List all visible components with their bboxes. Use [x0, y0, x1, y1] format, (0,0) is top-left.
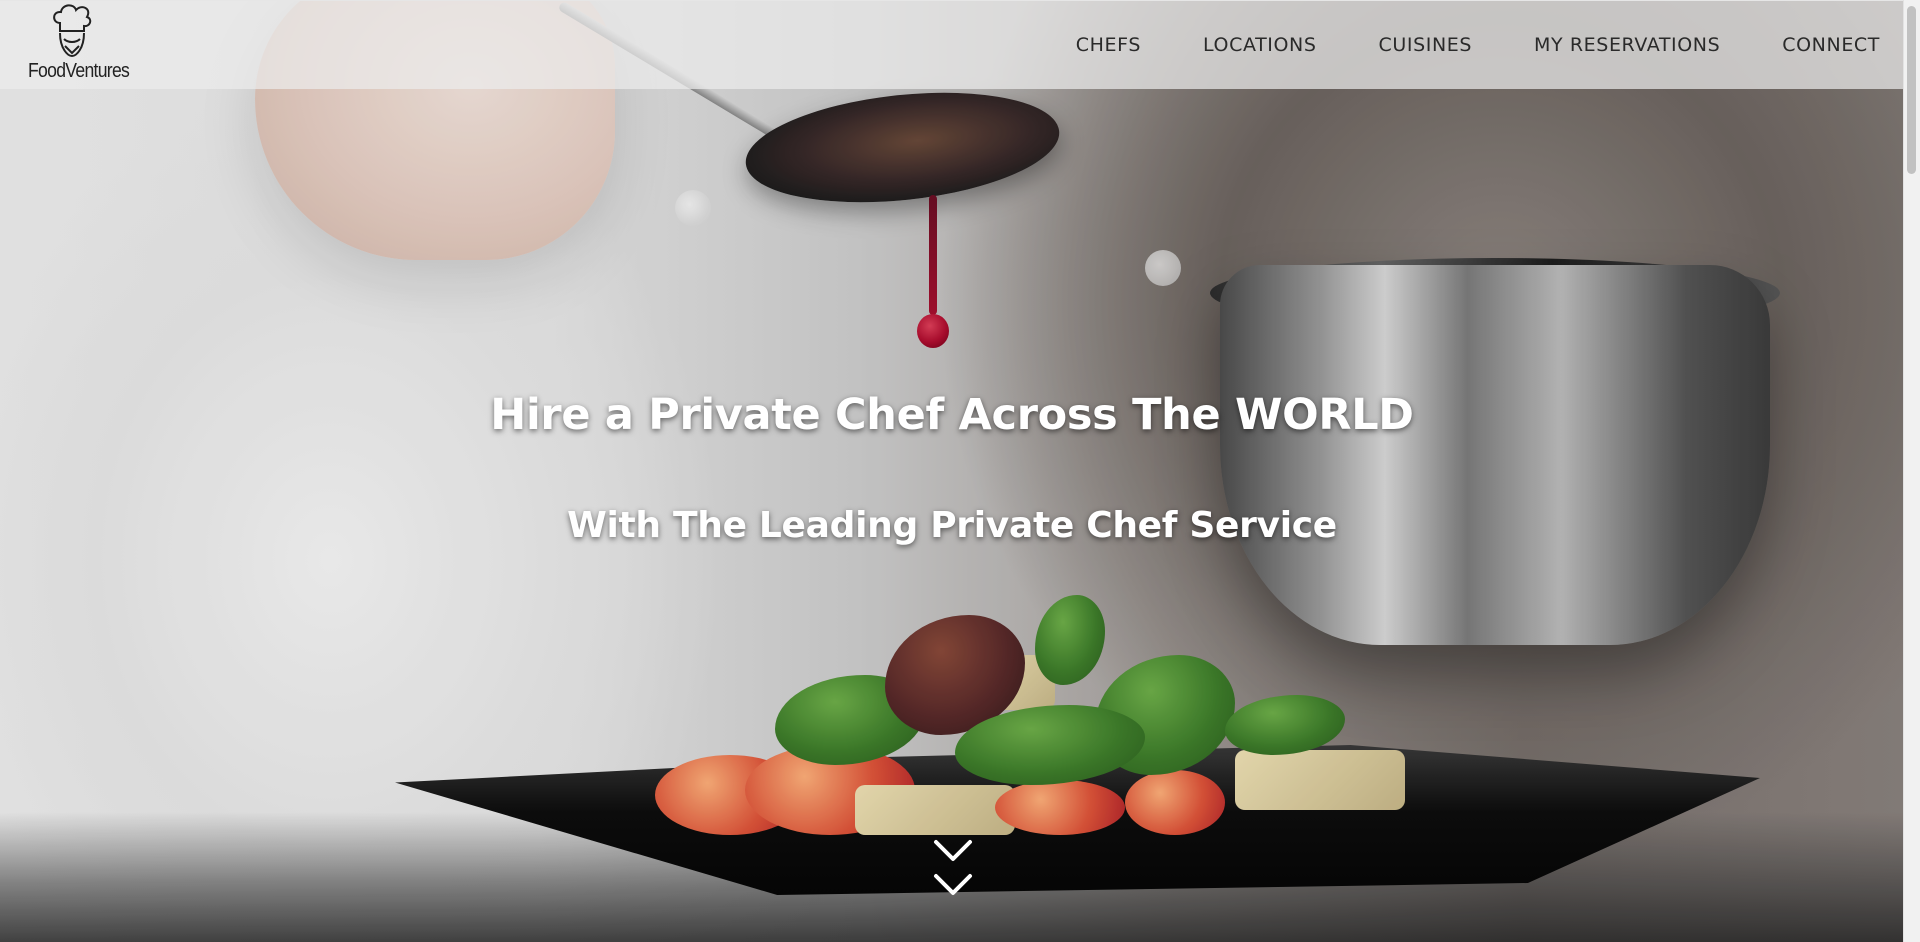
- brand-name: FoodVentures: [28, 60, 130, 82]
- scrollbar-thumb[interactable]: [1907, 6, 1916, 174]
- hero-background: [0, 0, 1904, 942]
- brand-logo[interactable]: FoodVentures: [22, 3, 130, 89]
- chef-hat-icon: [53, 4, 92, 58]
- top-navbar: FoodVentures CHEFS LOCATIONS CUISINES MY…: [0, 0, 1904, 89]
- nav-my-reservations[interactable]: MY RESERVATIONS: [1534, 34, 1720, 56]
- hero-overlay: [0, 0, 1904, 942]
- hero-title: Hire a Private Chef Across The WORLD: [490, 390, 1414, 440]
- nav-cuisines[interactable]: CUISINES: [1379, 34, 1473, 56]
- hero-subtitle: With The Leading Private Chef Service: [567, 505, 1337, 546]
- nav-connect[interactable]: CONNECT: [1782, 34, 1880, 56]
- nav-locations[interactable]: LOCATIONS: [1203, 34, 1317, 56]
- chevron-down-icon: [934, 874, 972, 895]
- vertical-scrollbar[interactable]: [1903, 0, 1920, 942]
- page: FoodVentures CHEFS LOCATIONS CUISINES MY…: [0, 0, 1920, 942]
- nav-chefs[interactable]: CHEFS: [1076, 34, 1141, 56]
- scroll-down-button[interactable]: [925, 832, 981, 908]
- main-nav: CHEFS LOCATIONS CUISINES MY RESERVATIONS…: [1014, 1, 1880, 89]
